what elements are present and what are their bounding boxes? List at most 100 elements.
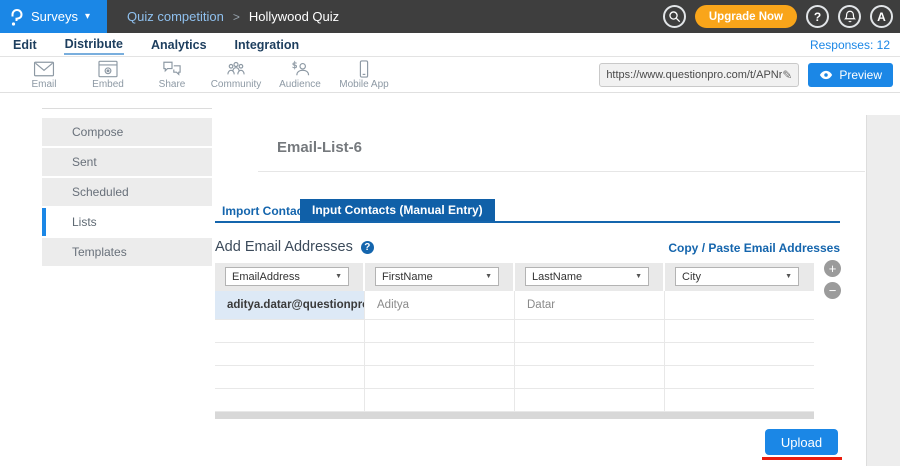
sidebar-item-label: Templates	[72, 245, 127, 259]
cell-city[interactable]	[665, 366, 814, 389]
help-button[interactable]: ?	[806, 5, 829, 28]
table-row	[215, 389, 814, 412]
sidebar-item-templates[interactable]: Templates	[42, 238, 212, 266]
cell-email[interactable]	[215, 389, 365, 412]
cell-firstname[interactable]	[365, 366, 515, 389]
cell-firstname[interactable]	[365, 389, 515, 412]
cell-email[interactable]: aditya.datar@questionpro.com	[215, 291, 365, 320]
remove-row-button[interactable]: −	[824, 282, 841, 299]
mobile-app-icon	[353, 60, 375, 78]
cell-city[interactable]	[665, 320, 814, 343]
cell-email[interactable]	[215, 343, 365, 366]
copy-paste-link[interactable]: Copy / Paste Email Addresses	[668, 241, 840, 255]
product-name: Surveys	[31, 9, 78, 24]
toolbar-item-embed[interactable]: Embed	[76, 60, 140, 90]
selected-option: FirstName	[382, 271, 433, 283]
questionpro-app: Surveys ▾ Quiz competition > Hollywood Q…	[0, 0, 900, 466]
annotation-underline	[762, 457, 842, 460]
sidebar-item-label: Lists	[72, 215, 97, 229]
cell-city[interactable]	[665, 389, 814, 412]
section-heading-row: Add Email Addresses ?	[215, 239, 374, 255]
section-heading: Add Email Addresses	[215, 239, 353, 255]
horizontal-scrollbar[interactable]	[215, 412, 814, 419]
plus-icon: +	[829, 261, 837, 276]
tab-input-contacts-manual-entry[interactable]: Input Contacts (Manual Entry)	[300, 199, 495, 221]
survey-url-field[interactable]: https://www.questionpro.com/t/APNrFZ ✎	[599, 63, 799, 87]
audience-icon: $	[289, 60, 311, 78]
add-row-button[interactable]: +	[824, 260, 841, 277]
selected-option: City	[682, 271, 701, 283]
search-button[interactable]	[663, 5, 686, 28]
table-header-row: EmailAddress ▼ FirstName ▼ LastName	[215, 263, 814, 291]
nav-tab-analytics[interactable]: Analytics	[150, 35, 208, 54]
toolbar-item-label: Share	[159, 79, 186, 90]
list-detail-panel: Email-List-6 Import Contacts Input Conta…	[212, 108, 865, 466]
nav-tab-integration[interactable]: Integration	[234, 35, 301, 54]
column-select-lastname[interactable]: LastName ▼	[525, 267, 649, 286]
sidebar-item-scheduled[interactable]: Scheduled	[42, 178, 212, 206]
cell-firstname[interactable]	[365, 320, 515, 343]
nav-tab-distribute[interactable]: Distribute	[64, 34, 124, 55]
table-row	[215, 343, 814, 366]
cell-lastname[interactable]: Datar	[515, 291, 665, 320]
cell-lastname[interactable]	[515, 366, 665, 389]
toolbar-item-share[interactable]: Share	[140, 60, 204, 90]
table-header-cell: FirstName ▼	[365, 263, 515, 291]
sidebar-item-label: Sent	[72, 155, 97, 169]
tab-underline	[215, 221, 840, 223]
page-title: Email-List-6	[277, 139, 362, 156]
share-icon	[161, 60, 183, 78]
sidebar-item-compose[interactable]: Compose	[42, 118, 212, 146]
cell-city[interactable]	[665, 291, 814, 320]
breadcrumb-parent[interactable]: Quiz competition	[127, 9, 224, 24]
column-select-emailaddress[interactable]: EmailAddress ▼	[225, 267, 349, 286]
table-header-cell: LastName ▼	[515, 263, 665, 291]
preview-label: Preview	[839, 68, 882, 82]
table-header-cell: EmailAddress ▼	[215, 263, 365, 291]
table-row	[215, 366, 814, 389]
cell-firstname[interactable]: Aditya	[365, 291, 515, 320]
upgrade-now-button[interactable]: Upgrade Now	[695, 5, 797, 28]
responses-count[interactable]: Responses: 12	[810, 38, 900, 52]
column-select-firstname[interactable]: FirstName ▼	[375, 267, 499, 286]
bell-icon	[844, 10, 856, 23]
cell-lastname[interactable]	[515, 389, 665, 412]
toolbar-item-label: Email	[31, 79, 56, 90]
toolbar-item-mobile-app[interactable]: Mobile App	[332, 60, 396, 90]
toolbar-item-label: Embed	[92, 79, 124, 90]
cell-email[interactable]	[215, 320, 365, 343]
embed-icon	[97, 60, 119, 78]
toolbar-item-email[interactable]: Email	[12, 60, 76, 90]
cell-lastname[interactable]	[515, 320, 665, 343]
cell-email[interactable]	[215, 366, 365, 389]
column-select-city[interactable]: City ▼	[675, 267, 799, 286]
preview-button[interactable]: Preview	[808, 63, 893, 87]
tab-label: Input Contacts (Manual Entry)	[312, 203, 483, 217]
chevron-down-icon: ▾	[85, 11, 90, 22]
selected-option: LastName	[532, 271, 582, 283]
cell-lastname[interactable]	[515, 343, 665, 366]
sidebar-item-lists[interactable]: Lists	[42, 208, 212, 236]
selected-option: EmailAddress	[232, 271, 300, 283]
edit-url-icon[interactable]: ✎	[782, 68, 792, 82]
upload-button[interactable]: Upload	[765, 429, 838, 455]
surveys-menu[interactable]: Surveys ▾	[0, 0, 107, 33]
topbar: Surveys ▾ Quiz competition > Hollywood Q…	[0, 0, 900, 33]
toolbar-item-audience[interactable]: $ Audience	[268, 60, 332, 90]
distribute-toolbar: Email Embed Share Co	[0, 57, 900, 93]
help-icon[interactable]: ?	[361, 241, 374, 254]
chevron-down-icon: ▼	[635, 273, 642, 280]
chevron-down-icon: ▼	[785, 273, 792, 280]
breadcrumb: Quiz competition > Hollywood Quiz	[127, 9, 339, 24]
nav-tab-edit[interactable]: Edit	[12, 35, 38, 54]
email-sidebar: Compose Sent Scheduled Lists Templates	[42, 118, 212, 268]
avatar[interactable]: A	[870, 5, 893, 28]
sidebar-item-sent[interactable]: Sent	[42, 148, 212, 176]
toolbar-item-community[interactable]: Community	[204, 60, 268, 90]
notifications-button[interactable]	[838, 5, 861, 28]
cell-firstname[interactable]	[365, 343, 515, 366]
chevron-down-icon: ▼	[335, 273, 342, 280]
cell-city[interactable]	[665, 343, 814, 366]
table-row	[215, 320, 814, 343]
survey-url-text: https://www.questionpro.com/t/APNrFZ	[606, 69, 782, 81]
